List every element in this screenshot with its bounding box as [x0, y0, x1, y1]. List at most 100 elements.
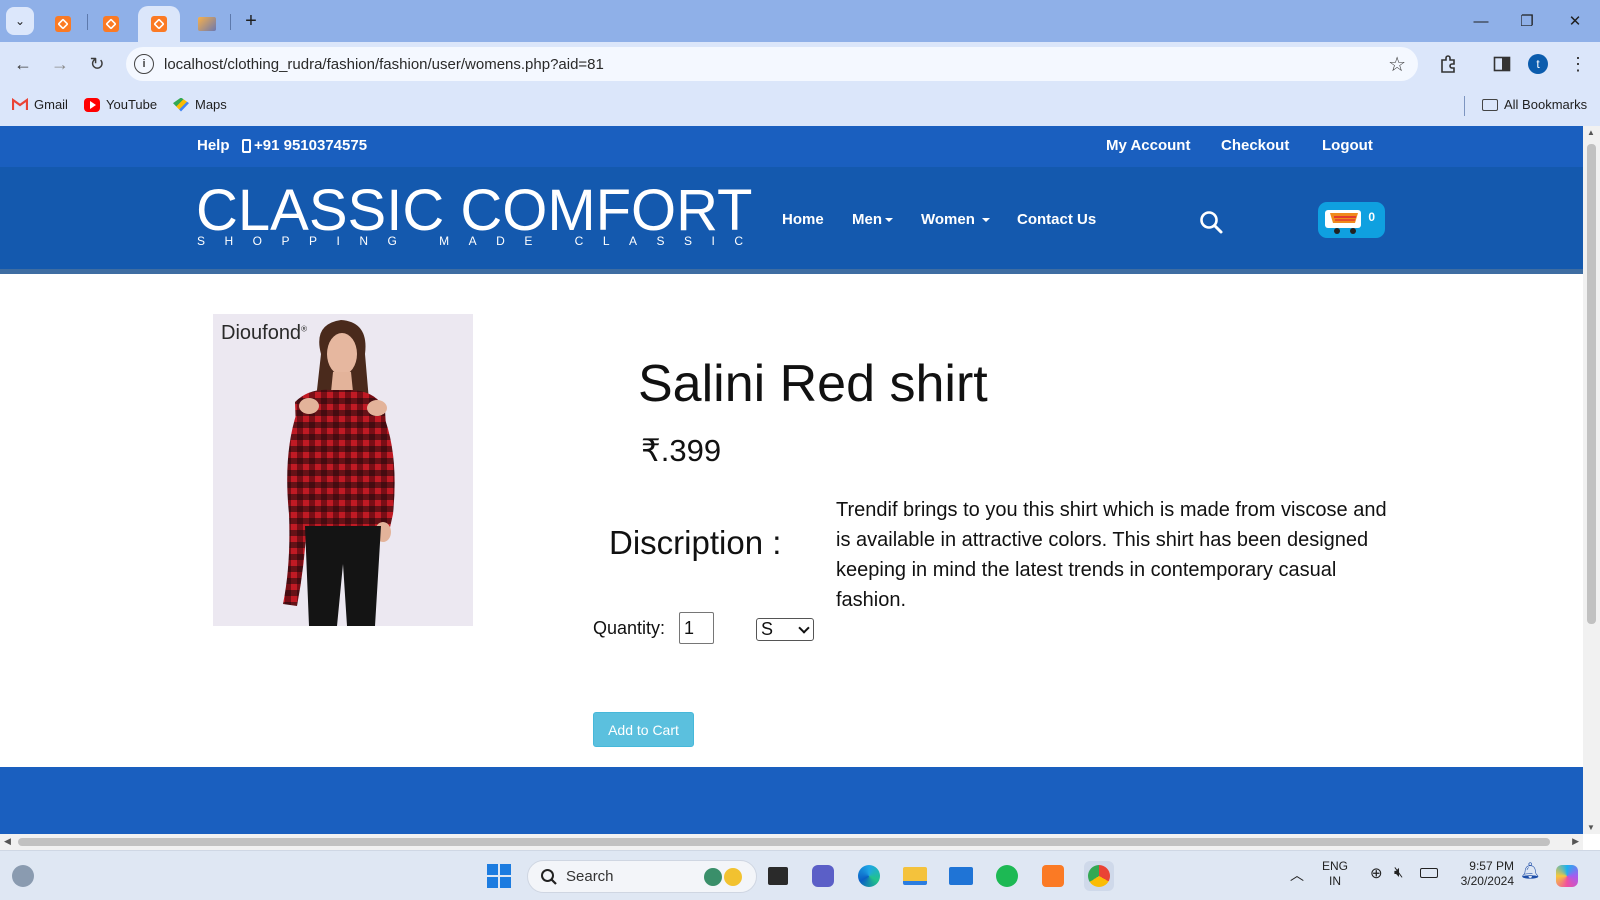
- back-button[interactable]: ←: [10, 51, 36, 77]
- bookmarks-divider: [1464, 96, 1465, 116]
- product-title: Salini Red shirt: [638, 355, 988, 413]
- nav-contact[interactable]: Contact Us: [1017, 211, 1096, 228]
- folder-icon: [1482, 98, 1498, 111]
- cart-button[interactable]: 0: [1318, 202, 1385, 238]
- bookmark-star-icon[interactable]: ☆: [1388, 52, 1406, 77]
- horizontal-scrollbar[interactable]: ◀ ▶: [0, 834, 1583, 850]
- restore-button[interactable]: ❐: [1512, 8, 1542, 34]
- start-button[interactable]: [484, 861, 514, 891]
- profile-avatar[interactable]: t: [1528, 54, 1548, 74]
- windows-taskbar: Search ︿ ENG IN ⊕ 🔇︎ 9:57 PM 3/20/2024 🔔…: [0, 850, 1600, 900]
- side-panel-icon[interactable]: [1490, 52, 1514, 76]
- tab-separator: [87, 14, 88, 30]
- forward-button[interactable]: →: [47, 51, 73, 77]
- nav-home[interactable]: Home: [782, 211, 824, 228]
- phpmyadmin-icon: [198, 17, 216, 31]
- windows-logo-icon: [487, 864, 511, 888]
- product-price: ₹.399: [641, 433, 722, 468]
- all-bookmarks-label: All Bookmarks: [1504, 97, 1588, 112]
- clock-date: 3/20/2024: [1460, 874, 1514, 888]
- volume-muted-icon[interactable]: 🔇︎: [1394, 865, 1403, 880]
- clock[interactable]: 9:57 PM 3/20/2024: [1452, 859, 1514, 889]
- bookmark-maps[interactable]: Maps: [173, 97, 227, 112]
- browser-tab[interactable]: [190, 6, 224, 42]
- quantity-input[interactable]: [679, 612, 714, 644]
- all-bookmarks-button[interactable]: All Bookmarks: [1482, 97, 1587, 112]
- language-label: ENG: [1322, 859, 1349, 873]
- search-icon[interactable]: [1198, 209, 1224, 235]
- site-info-icon[interactable]: i: [134, 54, 154, 74]
- task-view-icon[interactable]: [763, 861, 793, 891]
- nav-men-label: Men: [852, 211, 882, 228]
- battery-icon[interactable]: [1420, 865, 1438, 878]
- scroll-up-arrow-icon[interactable]: ▲: [1587, 128, 1595, 137]
- spotify-icon[interactable]: [992, 861, 1022, 891]
- show-hidden-icons-chevron-icon[interactable]: ︿: [1290, 868, 1304, 883]
- my-account-link[interactable]: My Account: [1106, 137, 1190, 154]
- xampp-icon[interactable]: [1038, 861, 1068, 891]
- chevron-down-icon: ⌄: [14, 14, 26, 28]
- scroll-right-arrow-icon[interactable]: ▶: [1572, 836, 1579, 847]
- bookmark-label: Gmail: [34, 97, 68, 112]
- site-logo-tagline: SHOPPING MADE CLASSIC: [197, 234, 763, 248]
- language-indicator[interactable]: ENG IN: [1322, 859, 1348, 889]
- search-icon: [541, 868, 557, 885]
- bookmark-youtube[interactable]: YouTube: [84, 97, 157, 112]
- checkout-link[interactable]: Checkout: [1221, 137, 1289, 154]
- youtube-icon: [84, 97, 100, 112]
- size-select[interactable]: S: [756, 618, 814, 641]
- clock-time: 9:57 PM: [1469, 859, 1514, 873]
- address-url[interactable]: localhost/clothing_rudra/fashion/fashion…: [164, 56, 604, 73]
- browser-tab[interactable]: [46, 6, 80, 42]
- scroll-left-arrow-icon[interactable]: ◀: [4, 836, 11, 847]
- site-topbar: Help +91 9510374575 My Account Checkout …: [0, 126, 1583, 167]
- phone-link[interactable]: +91 9510374575: [242, 137, 367, 154]
- taskbar-search-label: Search: [566, 868, 614, 885]
- chrome-taskbar-icon[interactable]: [1084, 861, 1114, 891]
- teams-chat-icon[interactable]: [808, 861, 838, 891]
- notification-bell-icon[interactable]: 🔔︎: [1520, 864, 1540, 880]
- phone-number: +91 9510374575: [254, 137, 368, 154]
- xampp-icon: [151, 16, 167, 32]
- bookmarks-bar: Gmail YouTube Maps All Bookmarks: [0, 86, 1600, 126]
- horizontal-scrollbar-thumb[interactable]: [18, 838, 1550, 846]
- weather-widget-icon[interactable]: [8, 861, 38, 891]
- bookmark-label: Maps: [195, 97, 227, 112]
- bookmark-gmail[interactable]: Gmail: [11, 97, 68, 112]
- edge-browser-icon[interactable]: [854, 861, 884, 891]
- file-explorer-icon[interactable]: [900, 861, 930, 891]
- new-tab-button[interactable]: +: [238, 8, 264, 34]
- xampp-icon: [103, 16, 119, 32]
- network-globe-icon[interactable]: ⊕: [1370, 866, 1383, 881]
- browser-tab-active[interactable]: [138, 6, 180, 42]
- size-selected-value: S: [761, 619, 774, 639]
- minimize-button[interactable]: —: [1466, 8, 1496, 34]
- caret-down-icon: [982, 218, 991, 223]
- quantity-label: Quantity:: [593, 618, 666, 638]
- copilot-icon[interactable]: [1552, 861, 1582, 891]
- nav-men-dropdown[interactable]: Men: [852, 211, 893, 228]
- browser-tab[interactable]: [94, 6, 128, 42]
- vertical-scrollbar-thumb[interactable]: [1587, 144, 1596, 624]
- address-bar[interactable]: i localhost/clothing_rudra/fashion/fashi…: [126, 47, 1418, 81]
- tab-search-button[interactable]: ⌄: [6, 7, 34, 35]
- description-label: Discription :: [609, 524, 782, 561]
- main-navbar: CLASSIC COMFORT SHOPPING MADE CLASSIC Ho…: [0, 167, 1583, 274]
- logout-link[interactable]: Logout: [1322, 137, 1373, 154]
- site-footer: [0, 767, 1583, 834]
- shopping-cart-icon: [1325, 210, 1361, 234]
- scroll-down-arrow-icon[interactable]: ▼: [1587, 823, 1595, 832]
- chevron-down-icon: [798, 622, 810, 634]
- vertical-scrollbar[interactable]: ▲ ▼: [1583, 126, 1600, 834]
- reload-button[interactable]: ↻: [84, 51, 110, 77]
- mail-icon[interactable]: [946, 861, 976, 891]
- extensions-icon[interactable]: [1436, 52, 1460, 76]
- nav-women-dropdown[interactable]: Women: [921, 211, 991, 228]
- add-to-cart-button[interactable]: Add to Cart: [593, 712, 694, 747]
- close-window-button[interactable]: ✕: [1560, 8, 1590, 34]
- menu-kebab-icon[interactable]: ⋮: [1566, 52, 1590, 76]
- help-link[interactable]: Help: [197, 137, 230, 154]
- mobile-phone-icon: [242, 138, 251, 153]
- taskbar-search-box[interactable]: Search: [527, 860, 757, 893]
- reload-icon: ↻: [89, 53, 105, 74]
